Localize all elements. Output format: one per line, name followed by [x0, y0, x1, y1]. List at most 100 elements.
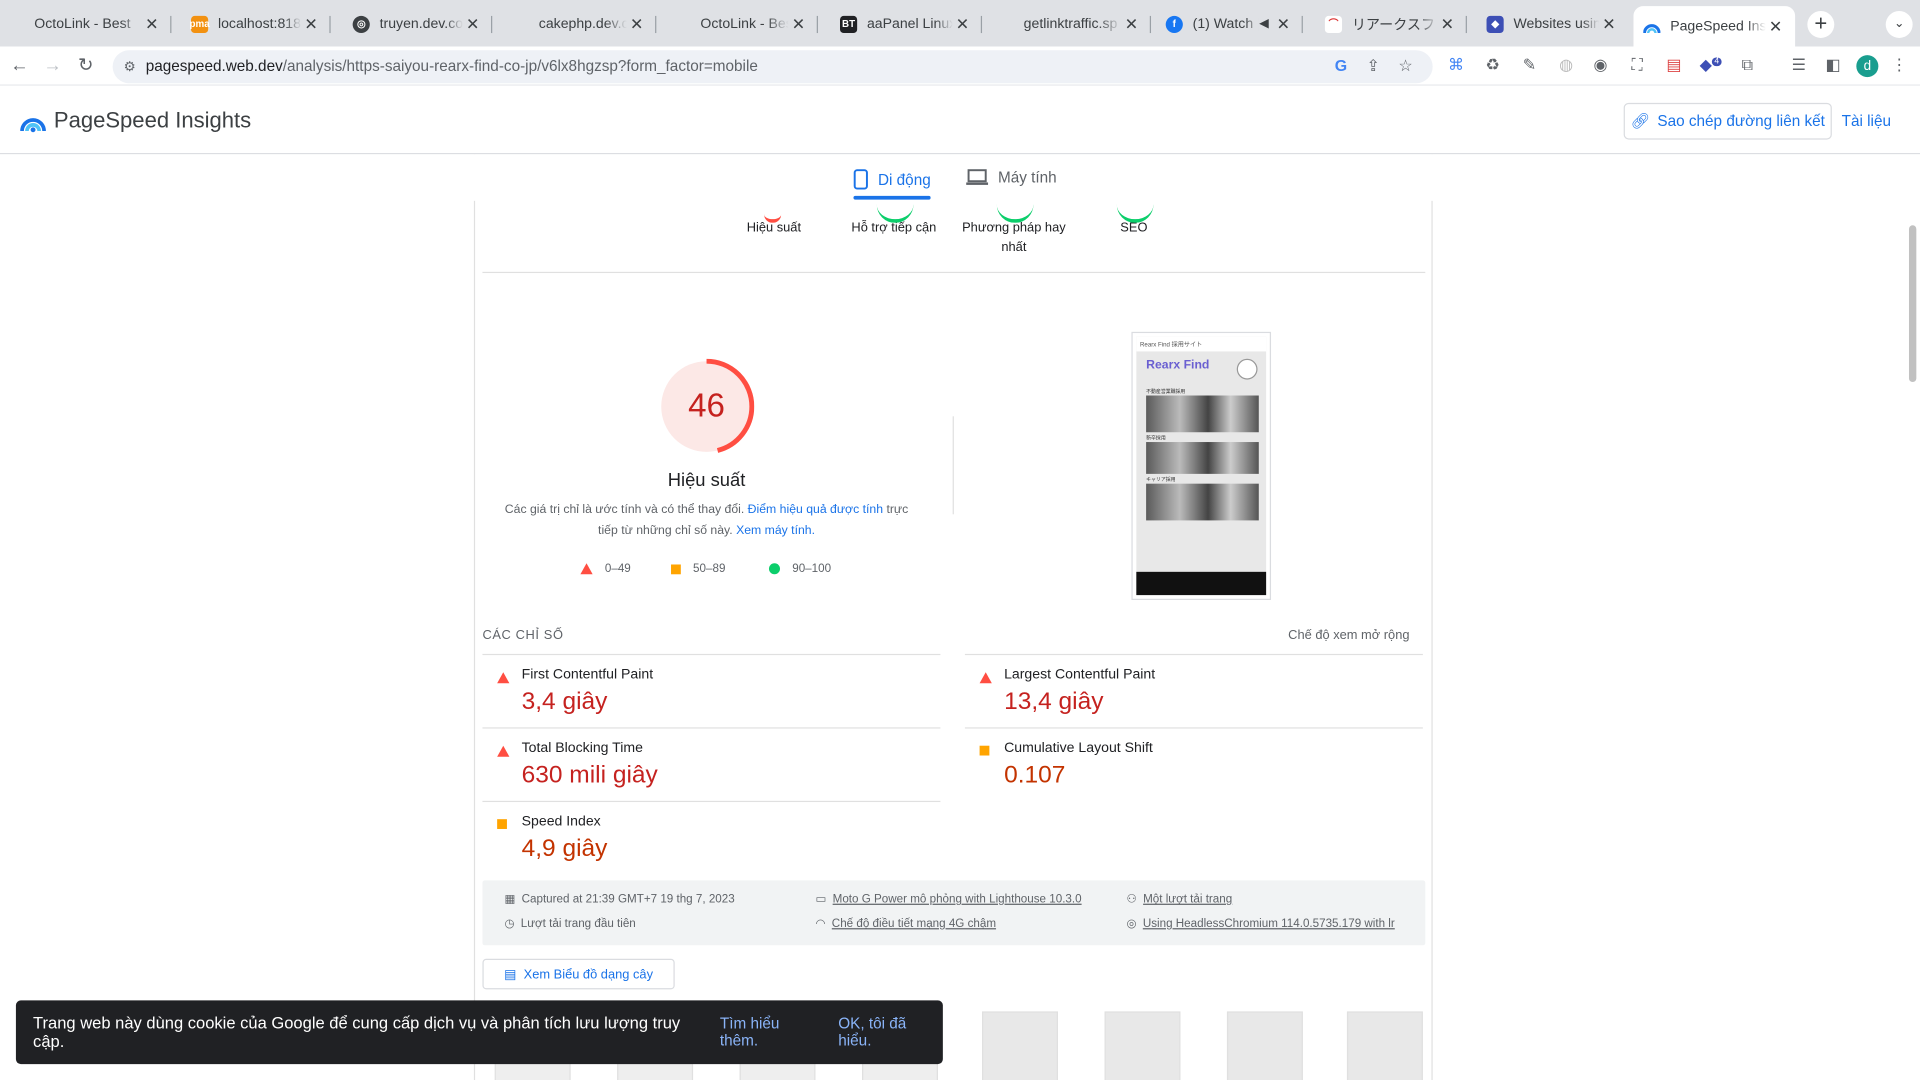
- average-square-icon: [497, 819, 507, 829]
- rearx-icon: ⌒: [1324, 15, 1343, 33]
- url-path: /analysis/https-saiyou-rearx-find-co-jp/…: [282, 57, 758, 75]
- legend-average: 50–89: [671, 562, 725, 576]
- average-square-icon: [979, 745, 990, 756]
- screenshot-footer: [1136, 571, 1267, 596]
- calculator-link[interactable]: Xem máy tính.: [736, 523, 815, 536]
- chromium-icon: ◎: [1126, 917, 1137, 931]
- browser-tab[interactable]: getlinktraffic.sp ✕: [994, 6, 1152, 42]
- metric-value: 13,4 giây: [1004, 688, 1104, 716]
- close-tab-icon[interactable]: ✕: [1273, 14, 1293, 34]
- metric-value: 0.107: [1004, 761, 1066, 789]
- reload-icon[interactable]: ↻: [73, 54, 97, 78]
- info-page-load[interactable]: ⚇ Một lượt tải trang: [1127, 893, 1233, 906]
- info-text: Moto G Power mô phỏng with Lighthouse 10…: [832, 892, 1082, 907]
- share-icon[interactable]: ⇪: [1367, 56, 1380, 76]
- screenshot-photo: [1146, 483, 1259, 521]
- close-tab-icon[interactable]: ✕: [1438, 14, 1458, 34]
- treemap-button[interactable]: ▤ Xem Biểu đồ dạng cây: [482, 958, 675, 990]
- close-tab-icon[interactable]: ✕: [1766, 17, 1786, 37]
- close-tab-icon[interactable]: ✕: [1599, 14, 1619, 34]
- metric-value: 630 mili giây: [521, 761, 658, 789]
- close-tab-icon[interactable]: ✕: [463, 14, 483, 34]
- site-info-icon[interactable]: ⚙: [124, 59, 136, 75]
- browser-tab[interactable]: f (1) Watch | F◀ ✕: [1156, 6, 1303, 42]
- extension-badge: 4: [1711, 57, 1722, 66]
- info-throttling[interactable]: ◠ Chế độ điều tiết mạng 4G chậm: [816, 917, 997, 930]
- chrome-menu-icon[interactable]: ⋮: [1888, 55, 1910, 75]
- calendar-extension-icon[interactable]: ▤: [1663, 55, 1685, 75]
- filmstrip-frame: [1226, 1011, 1303, 1080]
- psi-logo[interactable]: PageSpeed Insights: [20, 108, 251, 134]
- expand-view-toggle[interactable]: Chế độ xem mở rộng: [1288, 628, 1409, 643]
- browser-tab[interactable]: ◆ Websites using✕: [1477, 6, 1629, 42]
- back-icon[interactable]: ←: [7, 54, 31, 78]
- close-tab-icon[interactable]: ✕: [142, 14, 162, 34]
- screenshot-header: Rearx Find 採用サイト: [1136, 336, 1267, 352]
- browser-tab[interactable]: OctoLink - Best ✕: [24, 6, 172, 42]
- docs-link[interactable]: Tài liệu: [1842, 113, 1891, 130]
- category-seo[interactable]: SEO: [1073, 218, 1195, 238]
- metric-name: Cumulative Layout Shift: [1004, 740, 1153, 756]
- new-tab-button[interactable]: +: [1807, 11, 1835, 38]
- browser-tab-active[interactable]: PageSpeed Insi ✕: [1633, 6, 1796, 47]
- recycle-extension-icon[interactable]: ♻: [1482, 55, 1504, 75]
- page-scrollbar[interactable]: [1908, 225, 1917, 383]
- browser-toolbar: ← → ↻ ⚙ pagespeed.web.dev/analysis/https…: [0, 46, 1920, 86]
- forward-icon[interactable]: →: [40, 54, 64, 78]
- treemap-icon: ▤: [504, 966, 517, 982]
- browser-tab[interactable]: ◎ truyen.dev.com✕: [343, 6, 493, 42]
- browser-tab[interactable]: cakephp.dev.com✕: [509, 6, 657, 42]
- category-performance[interactable]: Hiệu suất: [713, 218, 835, 238]
- category-accessibility[interactable]: Hỗ trợ tiếp cận: [833, 218, 955, 238]
- close-tab-icon[interactable]: ✕: [953, 14, 973, 34]
- browser-tab[interactable]: ⌒ リアークスファ✕: [1315, 6, 1467, 42]
- copy-link-button[interactable]: 🔗︎ Sao chép đường liên kết: [1623, 102, 1832, 140]
- metric-name: Largest Contentful Paint: [1004, 667, 1156, 683]
- browser-tab[interactable]: BT aaPanel Linux p✕: [830, 6, 983, 42]
- info-text: Một lượt tải trang: [1143, 892, 1233, 907]
- address-bar[interactable]: ⚙ pagespeed.web.dev/analysis/https-saiyo…: [112, 50, 1433, 84]
- close-tab-icon[interactable]: ✕: [1122, 14, 1142, 34]
- metric-name: First Contentful Paint: [521, 667, 654, 683]
- side-panel-icon[interactable]: ◧: [1822, 55, 1844, 75]
- poor-triangle-icon: [497, 672, 510, 684]
- metric-name: Total Blocking Time: [521, 740, 643, 756]
- reading-list-icon[interactable]: ☰: [1788, 55, 1810, 75]
- browser-tab[interactable]: pma localhost:8183 / ✕: [181, 6, 331, 42]
- pagespeed-icon: [1643, 18, 1661, 35]
- info-device[interactable]: ▭ Moto G Power mô phỏng with Lighthouse 1…: [816, 893, 1082, 906]
- cookie-learn-more-link[interactable]: Tìm hiểu thêm.: [720, 1015, 821, 1049]
- category-gauge-performance: [764, 201, 782, 223]
- report-content: Hiệu suất Hỗ trợ tiếp cận Phương pháp ha…: [473, 154, 1433, 1080]
- tab-desktop[interactable]: Máy tính: [966, 169, 1057, 186]
- translate-extension-icon[interactable]: ⌘: [1445, 55, 1467, 75]
- capture-extension-icon[interactable]: ⛶: [1626, 55, 1648, 75]
- tab-search-icon[interactable]: ⌄: [1885, 11, 1913, 38]
- copy-link-label: Sao chép đường liên kết: [1657, 112, 1825, 130]
- wappalyzer-extension-icon[interactable]: ◆ 4: [1700, 55, 1722, 75]
- profile-avatar[interactable]: d: [1856, 55, 1879, 78]
- score-calc-link[interactable]: Điểm hiệu quả được tính: [748, 503, 883, 516]
- vertical-divider: [952, 416, 954, 515]
- audio-icon[interactable]: ◀: [1259, 17, 1268, 30]
- gray-extension-icon[interactable]: ◍: [1555, 55, 1577, 75]
- bookmark-star-icon[interactable]: ☆: [1398, 56, 1412, 76]
- globe-icon: ◎: [352, 15, 370, 33]
- info-browser[interactable]: ◎ Using HeadlessChromium 114.0.5735.179 w…: [1127, 917, 1395, 930]
- final-screenshot: Rearx Find 採用サイト Rearx Find 不動産営業職採用 新卒採…: [1131, 331, 1272, 601]
- tab-mobile[interactable]: Di động: [853, 169, 931, 200]
- metric-cls: Cumulative Layout Shift 0.107: [964, 727, 1423, 800]
- divider: [482, 271, 1426, 274]
- eyedropper-extension-icon[interactable]: ✎: [1518, 55, 1540, 75]
- close-tab-icon[interactable]: ✕: [627, 14, 647, 34]
- url-text[interactable]: pagespeed.web.dev/analysis/https-saiyou-…: [146, 58, 758, 75]
- category-summary: Hiệu suất Hỗ trợ tiếp cận Phương pháp ha…: [475, 201, 1431, 274]
- google-lens-icon[interactable]: G: [1335, 56, 1347, 74]
- gauge-extension-icon[interactable]: ◉: [1589, 55, 1611, 75]
- browser-tab[interactable]: OctoLink - Best ✕: [671, 6, 818, 42]
- extensions-puzzle-icon[interactable]: ⧉: [1736, 55, 1758, 75]
- close-tab-icon[interactable]: ✕: [301, 14, 321, 34]
- close-tab-icon[interactable]: ✕: [789, 14, 809, 34]
- cookie-ok-button[interactable]: OK, tôi đã hiểu.: [838, 1015, 943, 1049]
- category-best-practices[interactable]: Phương pháp hay nhất: [953, 218, 1075, 257]
